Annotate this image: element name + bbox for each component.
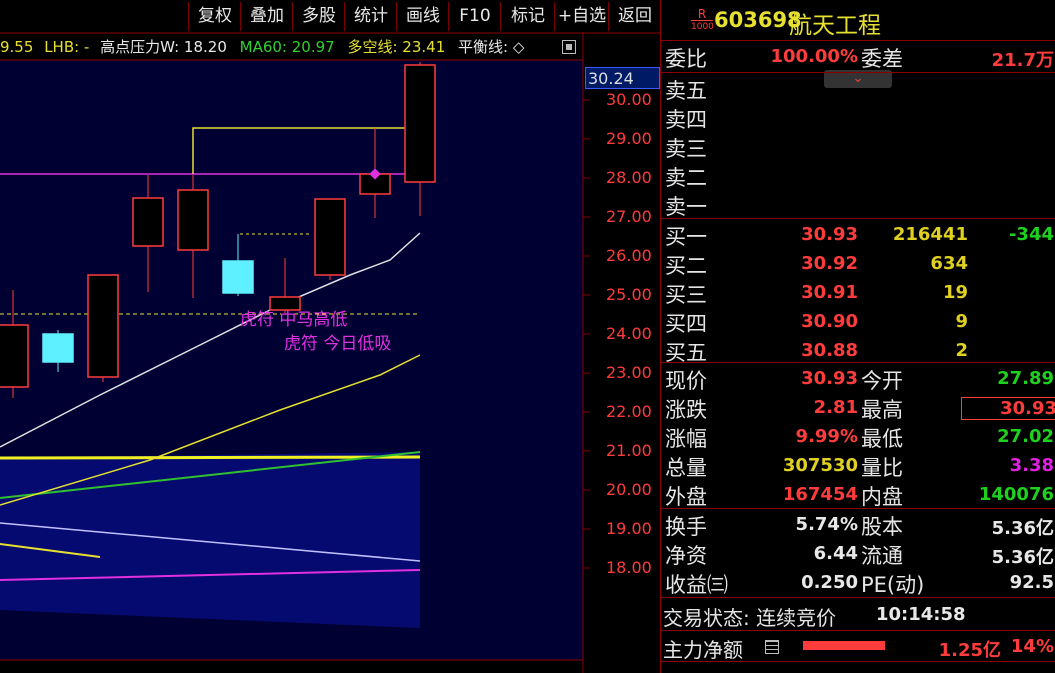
main-flow-label: 主力净额 bbox=[663, 638, 743, 662]
quote-value: 30.93 bbox=[801, 368, 858, 389]
y-tick-label: 19.00 bbox=[606, 519, 652, 538]
buy-level-price: 30.91 bbox=[801, 282, 858, 303]
fund-value: 5.36亿 bbox=[991, 547, 1054, 568]
buy-level-price: 30.92 bbox=[801, 253, 858, 274]
quote-label: 外盘 bbox=[665, 485, 707, 509]
candle-body bbox=[0, 324, 29, 388]
y-tick-label: 30.00 bbox=[606, 90, 652, 109]
buy-level-change: -344 bbox=[1008, 224, 1054, 245]
fund-value: 92.5 bbox=[1009, 572, 1054, 593]
main-flow-bar bbox=[803, 641, 885, 650]
chevron-down-icon: ⌄ bbox=[852, 71, 864, 86]
candle-body bbox=[132, 197, 164, 247]
quote-value: 167454 bbox=[782, 484, 858, 505]
fund-label: 换手 bbox=[665, 515, 707, 539]
quote-value: 27.89 bbox=[997, 368, 1054, 389]
quote-label: 内盘 bbox=[861, 485, 903, 509]
candle-body bbox=[222, 260, 254, 294]
y-tick-label: 18.00 bbox=[606, 558, 652, 577]
weibi-value: 100.00% bbox=[770, 46, 859, 67]
candle-body bbox=[42, 333, 74, 363]
buy-level-label: 买三 bbox=[665, 283, 707, 307]
y-tick-label: 27.00 bbox=[606, 207, 652, 226]
quote-value: 2.81 bbox=[813, 397, 858, 418]
fund-label: 收益㈢ bbox=[665, 573, 728, 597]
quote-value: 9.99% bbox=[795, 426, 858, 447]
fund-label: 股本 bbox=[861, 515, 903, 539]
candle-body bbox=[314, 198, 346, 276]
quote-label: 涨幅 bbox=[665, 427, 707, 451]
fund-value: 5.36亿 bbox=[991, 518, 1054, 539]
buy-level-label: 买一 bbox=[665, 225, 707, 249]
quote-label: 今开 bbox=[861, 369, 903, 393]
sell-level-label: 卖五 bbox=[665, 79, 707, 103]
y-tick-label: 25.00 bbox=[606, 285, 652, 304]
y-tick-label: 20.00 bbox=[606, 480, 652, 499]
fund-label: 净资 bbox=[665, 544, 707, 568]
buy-level-volume: 216441 bbox=[892, 224, 968, 245]
weibi-label: 委比 bbox=[665, 47, 707, 71]
quote-label: 涨跌 bbox=[665, 398, 707, 422]
fund-value: 5.74% bbox=[795, 514, 858, 535]
fund-value: 0.250 bbox=[801, 572, 858, 593]
support-line bbox=[0, 455, 421, 460]
buy-level-volume: 634 bbox=[930, 253, 968, 274]
current-price-tag: 30.24 bbox=[585, 67, 660, 89]
y-tick-label: 23.00 bbox=[606, 363, 652, 382]
fund-value: 6.44 bbox=[813, 543, 858, 564]
quote-value: 30.93 bbox=[961, 397, 1055, 420]
candle-body bbox=[404, 64, 436, 183]
badge-bottom: 1000 bbox=[691, 20, 714, 32]
y-tick-label: 26.00 bbox=[606, 246, 652, 265]
sell-level-label: 卖四 bbox=[665, 108, 707, 132]
buy-level-price: 30.90 bbox=[801, 311, 858, 332]
weicha-label: 委差 bbox=[861, 47, 903, 71]
chart-annotation-2: 虎符 今日低吸 bbox=[284, 334, 392, 354]
y-tick-label: 24.00 bbox=[606, 324, 652, 343]
trade-time: 10:14:58 bbox=[876, 604, 966, 625]
sell-level-label: 卖三 bbox=[665, 137, 707, 161]
quote-label: 总量 bbox=[665, 456, 707, 480]
quote-value: 3.38 bbox=[1009, 455, 1054, 476]
fund-label: 流通 bbox=[861, 544, 903, 568]
stock-badge: R 1000 bbox=[691, 7, 714, 34]
main-flow-value: 1.25亿 bbox=[938, 640, 1001, 661]
quote-value: 140076 bbox=[978, 484, 1054, 505]
candle-body bbox=[87, 274, 119, 378]
buy-level-label: 买四 bbox=[665, 312, 707, 336]
buy-level-volume: 9 bbox=[955, 311, 968, 332]
quote-label: 最高 bbox=[861, 398, 903, 422]
quote-label: 最低 bbox=[861, 427, 903, 451]
y-tick-label: 28.00 bbox=[606, 168, 652, 187]
buy-level-volume: 19 bbox=[942, 282, 968, 303]
quote-panel: R 1000 603698 航天工程 委比 100.00% 委差 21.7万 ⌄… bbox=[660, 0, 1055, 673]
sell-level-label: 卖一 bbox=[665, 195, 707, 219]
candle-body bbox=[177, 189, 209, 251]
fund-label: PE(动) bbox=[861, 573, 925, 597]
y-tick-label: 21.00 bbox=[606, 441, 652, 460]
quote-label: 现价 bbox=[665, 369, 707, 393]
buy-level-volume: 2 bbox=[955, 340, 968, 361]
y-tick-label: 22.00 bbox=[606, 402, 652, 421]
list-icon[interactable] bbox=[765, 640, 779, 654]
sell-level-label: 卖二 bbox=[665, 166, 707, 190]
buy-level-price: 30.93 bbox=[801, 224, 858, 245]
trade-status: 交易状态: 连续竞价 bbox=[663, 606, 837, 630]
stock-name: 航天工程 bbox=[789, 13, 881, 39]
quote-value: 307530 bbox=[782, 455, 858, 476]
weicha-value: 21.7万 bbox=[991, 50, 1054, 71]
quote-value: 27.02 bbox=[997, 426, 1054, 447]
y-tick-label: 29.00 bbox=[606, 129, 652, 148]
badge-top: R bbox=[697, 7, 707, 21]
buy-level-price: 30.88 bbox=[801, 340, 858, 361]
chart-annotation-1: 虎符 中马高低 bbox=[240, 310, 348, 330]
range-shade bbox=[0, 452, 420, 628]
quote-label: 量比 bbox=[861, 456, 903, 480]
main-flow-pct: 14% bbox=[1010, 636, 1054, 657]
buy-level-label: 买二 bbox=[665, 254, 707, 278]
